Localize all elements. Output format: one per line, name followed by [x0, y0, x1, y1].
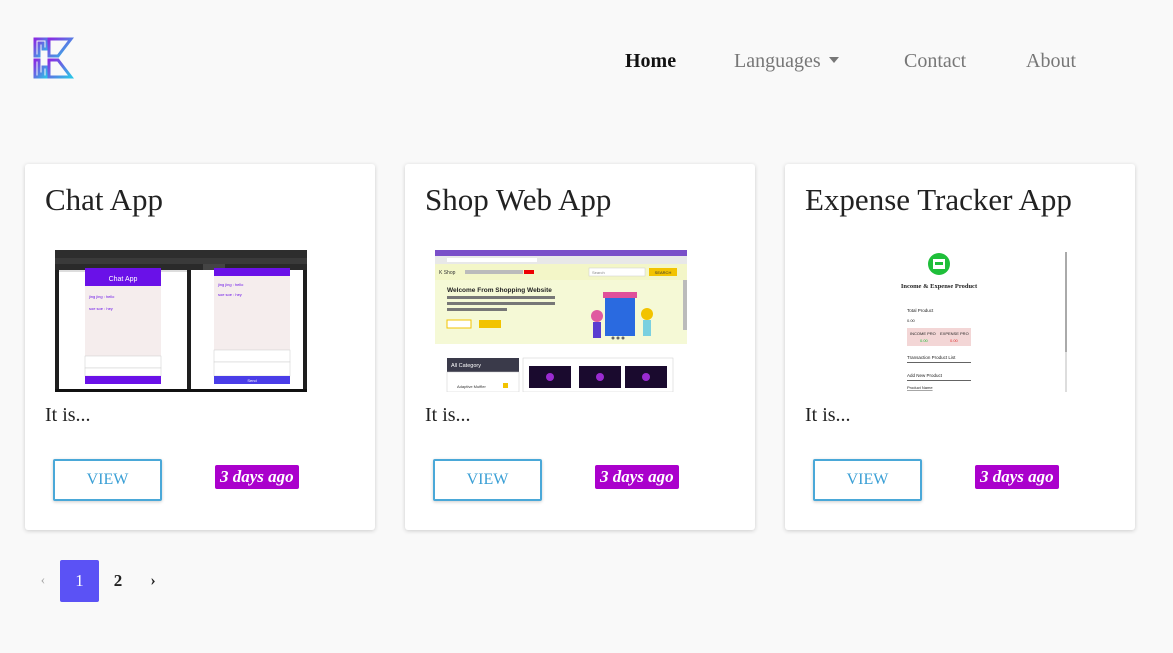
- card-description: It is...: [45, 404, 91, 426]
- expense-app-thumbnail: Income & Expense Product Total Product 0…: [885, 250, 1069, 392]
- view-button[interactable]: VIEW: [53, 459, 162, 501]
- svg-text:soe soe : hey: soe soe : hey: [218, 292, 242, 297]
- card-title: Chat App: [45, 182, 163, 217]
- svg-text:0.00: 0.00: [950, 338, 959, 343]
- svg-text:Adaptive Muffler: Adaptive Muffler: [457, 384, 486, 389]
- nav-about[interactable]: About: [1026, 50, 1076, 73]
- svg-text:Welcome From Shopping Website: Welcome From Shopping Website: [447, 287, 552, 294]
- svg-text:INCOME PRO: INCOME PRO: [910, 331, 936, 336]
- nav-contact[interactable]: Contact: [904, 50, 966, 73]
- card-screenshot: K Shop Search SEARCH Welcome From Shoppi…: [435, 250, 687, 392]
- chat-app-thumbnail: Chat App jing jing : hello soe soe : hey…: [55, 250, 307, 392]
- nav-languages-label: Languages: [734, 50, 821, 72]
- prev-page-icon[interactable]: ‹: [36, 560, 50, 602]
- svg-text:Income & Expense Product: Income & Expense Product: [901, 283, 978, 290]
- project-card-chat: Chat App Chat App jing jing : hello soe …: [25, 164, 375, 530]
- svg-text:0.00: 0.00: [920, 338, 929, 343]
- caret-down-icon: [828, 57, 839, 64]
- nav-home[interactable]: Home: [625, 50, 676, 73]
- svg-text:SEARCH: SEARCH: [655, 270, 672, 275]
- card-description: It is...: [425, 404, 471, 426]
- svg-text:Add New Product: Add New Product: [907, 373, 943, 378]
- svg-text:Chat App: Chat App: [109, 276, 138, 283]
- time-badge: 3 days ago: [975, 465, 1059, 489]
- svg-text:Search: Search: [592, 270, 605, 275]
- view-button[interactable]: VIEW: [433, 459, 542, 501]
- card-title: Expense Tracker App: [805, 182, 1072, 217]
- svg-text:EXPENSE PRO: EXPENSE PRO: [940, 331, 969, 336]
- svg-text:Transaction Product List: Transaction Product List: [907, 355, 956, 360]
- card-screenshot: Chat App jing jing : hello soe soe : hey…: [55, 250, 307, 392]
- svg-text:Send: Send: [247, 378, 256, 383]
- project-card-expense: Expense Tracker App Income & Expense Pro…: [785, 164, 1135, 530]
- next-page-icon[interactable]: ›: [146, 560, 160, 602]
- page-1-button[interactable]: 1: [60, 560, 99, 602]
- svg-text:All Category: All Category: [451, 363, 481, 369]
- svg-text:soe soe : hey: soe soe : hey: [89, 306, 113, 311]
- svg-text:jing jing : hello: jing jing : hello: [88, 294, 115, 299]
- project-card-shop: Shop Web App K Shop Search SEARCH Welcom…: [405, 164, 755, 530]
- shop-app-thumbnail: K Shop Search SEARCH Welcome From Shoppi…: [435, 250, 687, 392]
- view-button[interactable]: VIEW: [813, 459, 922, 501]
- svg-text:Product Name: Product Name: [907, 385, 933, 390]
- svg-text:0.00: 0.00: [907, 318, 916, 323]
- card-description: It is...: [805, 404, 851, 426]
- svg-text:K Shop: K Shop: [439, 270, 456, 276]
- card-screenshot: Income & Expense Product Total Product 0…: [885, 250, 1069, 392]
- time-badge: 3 days ago: [595, 465, 679, 489]
- top-nav: Home Languages Contact About: [0, 50, 1173, 74]
- svg-text:jing jing : hello: jing jing : hello: [217, 282, 244, 287]
- svg-text:Total Product: Total Product: [907, 308, 934, 313]
- card-title: Shop Web App: [425, 182, 612, 217]
- page-2-button[interactable]: 2: [108, 560, 128, 602]
- time-badge: 3 days ago: [215, 465, 299, 489]
- nav-languages[interactable]: Languages: [734, 50, 839, 73]
